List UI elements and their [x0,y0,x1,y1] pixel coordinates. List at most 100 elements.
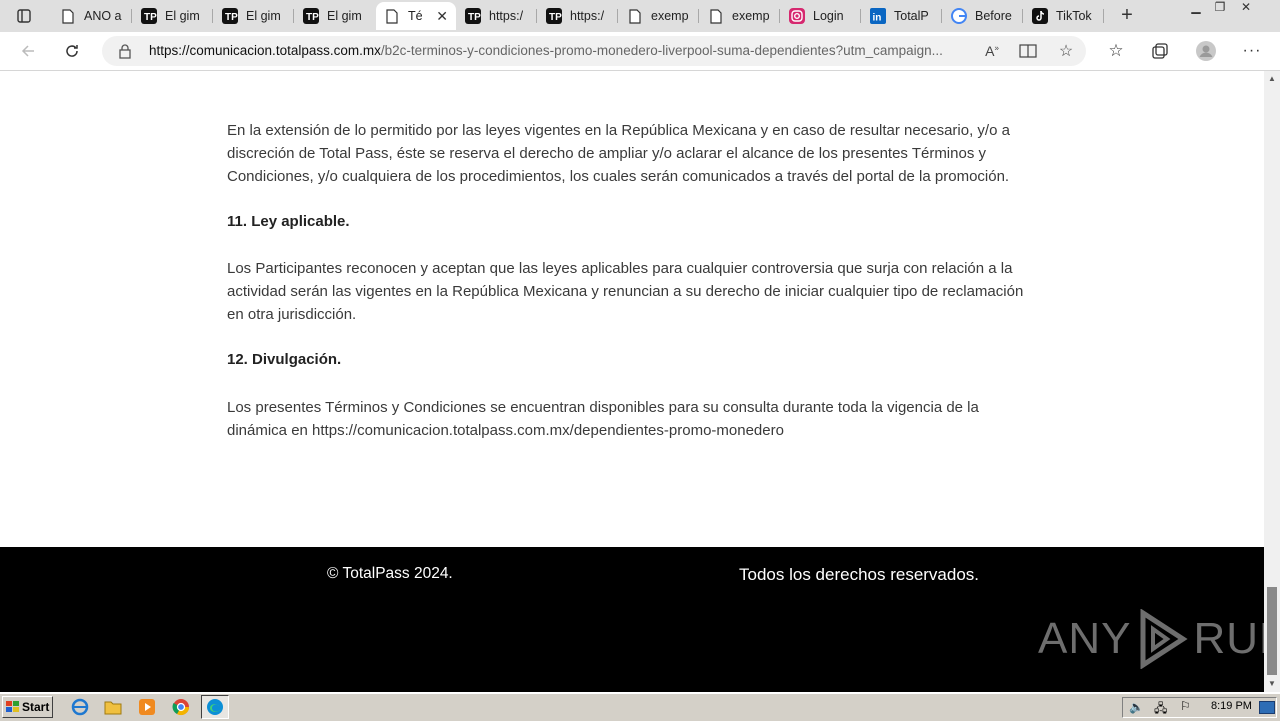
address-bar[interactable]: https://comunicacion.totalpass.com.mx/b2… [102,36,1086,66]
totalpass-icon: TP [303,8,319,24]
tab-label: https:/ [489,9,524,23]
terms-content: En la extensión de lo permitido por las … [227,119,1037,442]
star-add-icon: ☆ [1058,43,1074,60]
section-heading-12: 12. Divulgación. [227,351,342,368]
add-favorite-button[interactable]: ☆ [1056,42,1076,60]
tab-label: TotalP [894,9,929,23]
tab-item[interactable]: TP El gim [295,2,373,30]
page-scrollbar[interactable]: ▲ ▼ [1264,71,1280,692]
close-tab-icon[interactable]: ✕ [436,8,448,25]
start-button[interactable]: Start [2,696,53,718]
clock[interactable]: 8:19 PM [1211,700,1252,712]
restore-button[interactable]: ❐ [1210,0,1230,18]
volume-icon[interactable]: 🔈 [1129,700,1144,714]
new-tab-button[interactable]: + [1116,4,1138,26]
tab-item[interactable]: TP https:/ [538,2,616,30]
media-player-icon [139,699,155,715]
tab-item[interactable]: TikTok [1024,2,1102,30]
media-player-launcher[interactable] [138,698,156,716]
explorer-launcher[interactable] [104,698,122,716]
collections-icon [1152,43,1168,59]
favorites-button[interactable]: ☆ [1103,39,1129,63]
close-window-button[interactable]: ✕ [1236,0,1256,18]
tab-separator [212,9,213,23]
read-aloud-icon: A» [985,43,999,59]
tab-item[interactable]: ANO a [52,2,130,30]
avatar-icon [1196,41,1216,61]
url-host: https://comunicacion.totalpass.com.mx [149,43,381,58]
tab-actions-button[interactable] [8,4,40,28]
show-desktop-icon[interactable] [1259,701,1275,714]
section-heading-11: 11. Ley aplicable. [227,213,350,230]
tab-item[interactable]: TP El gim [133,2,211,30]
settings-menu-button[interactable]: ··· [1239,39,1265,63]
chrome-launcher[interactable] [172,698,190,716]
anyrun-watermark: ANY RUN [1038,609,1280,669]
back-button[interactable] [15,39,41,63]
rights-reserved-text: Todos los derechos reservados. [739,565,980,584]
read-aloud-button[interactable]: A» [982,42,1002,60]
tab-label: Té [408,9,423,23]
document-icon [708,8,724,24]
tab-item[interactable]: Before [943,2,1021,30]
tab-separator [536,9,537,23]
totalpass-icon: TP [141,8,157,24]
tab-separator [617,9,618,23]
network-icon[interactable]: 🖧 [1154,699,1167,720]
tab-actions-icon [17,9,31,23]
windows-taskbar: Start 🔈 🖧 ⚐ 8:19 PM [0,693,1280,721]
tab-label: exemp [732,9,770,23]
tab-item[interactable]: TP https:/ [457,2,535,30]
paragraph-11: Los Participantes reconocen y aceptan qu… [227,260,1024,323]
svg-text:TP: TP [549,12,562,23]
ie-launcher[interactable] [71,698,89,716]
totalpass-icon: TP [546,8,562,24]
url-path: /b2c-terminos-y-condiciones-promo-monede… [380,43,943,58]
copyright-text: © TotalPass 2024. [327,565,453,582]
tab-label: exemp [651,9,689,23]
immersive-reader-button[interactable] [1018,42,1038,60]
tab-item[interactable]: exemp [700,2,778,30]
scroll-up-arrow-icon[interactable]: ▲ [1268,74,1276,83]
svg-text:in: in [873,13,882,24]
tab-item[interactable]: in TotalP [862,2,940,30]
tab-separator [1022,9,1023,23]
document-icon [627,8,643,24]
favorites-icon: ☆ [1108,41,1124,60]
tab-separator [860,9,861,23]
internet-explorer-icon [71,698,89,716]
tab-item[interactable]: exemp [619,2,697,30]
svg-text:TP: TP [306,12,319,23]
totalpass-icon: TP [465,8,481,24]
svg-text:TP: TP [225,12,238,23]
flag-icon[interactable]: ⚐ [1180,699,1191,713]
scrollbar-thumb[interactable] [1267,587,1277,675]
minimize-button[interactable]: ▁ [1186,0,1206,18]
profile-button[interactable] [1193,39,1219,63]
google-icon [951,8,967,24]
url-text[interactable]: https://comunicacion.totalpass.com.mx/b2… [149,36,971,66]
tab-item[interactable]: Té ✕ [376,2,456,30]
tab-label: Before [975,9,1012,23]
refresh-icon [66,45,78,57]
tab-item[interactable]: TP El gim [214,2,292,30]
svg-text:TP: TP [468,12,481,23]
tab-label: El gim [327,9,362,23]
navigation-bar: https://comunicacion.totalpass.com.mx/b2… [0,32,1280,71]
more-icon: ··· [1242,42,1262,59]
lock-icon [119,44,131,59]
totalpass-icon: TP [222,8,238,24]
refresh-button[interactable] [59,39,85,63]
web-page: En la extensión de lo permitido por las … [0,71,1280,692]
paragraph-12: Los presentes Términos y Condiciones se … [227,399,979,439]
tab-label: Login [813,9,844,23]
edge-taskbar-button[interactable] [201,695,229,719]
tab-strip: ANO a TP El gim TP El gim TP El gim Té ✕ TP https:… [0,0,1280,32]
svg-text:TP: TP [144,12,157,23]
tab-label: El gim [165,9,200,23]
scroll-down-arrow-icon[interactable]: ▼ [1268,679,1276,688]
immersive-reader-icon [1019,44,1037,58]
collections-button[interactable] [1147,39,1173,63]
tab-item[interactable]: Login [781,2,859,30]
watermark-left-text: ANY [1038,614,1132,663]
